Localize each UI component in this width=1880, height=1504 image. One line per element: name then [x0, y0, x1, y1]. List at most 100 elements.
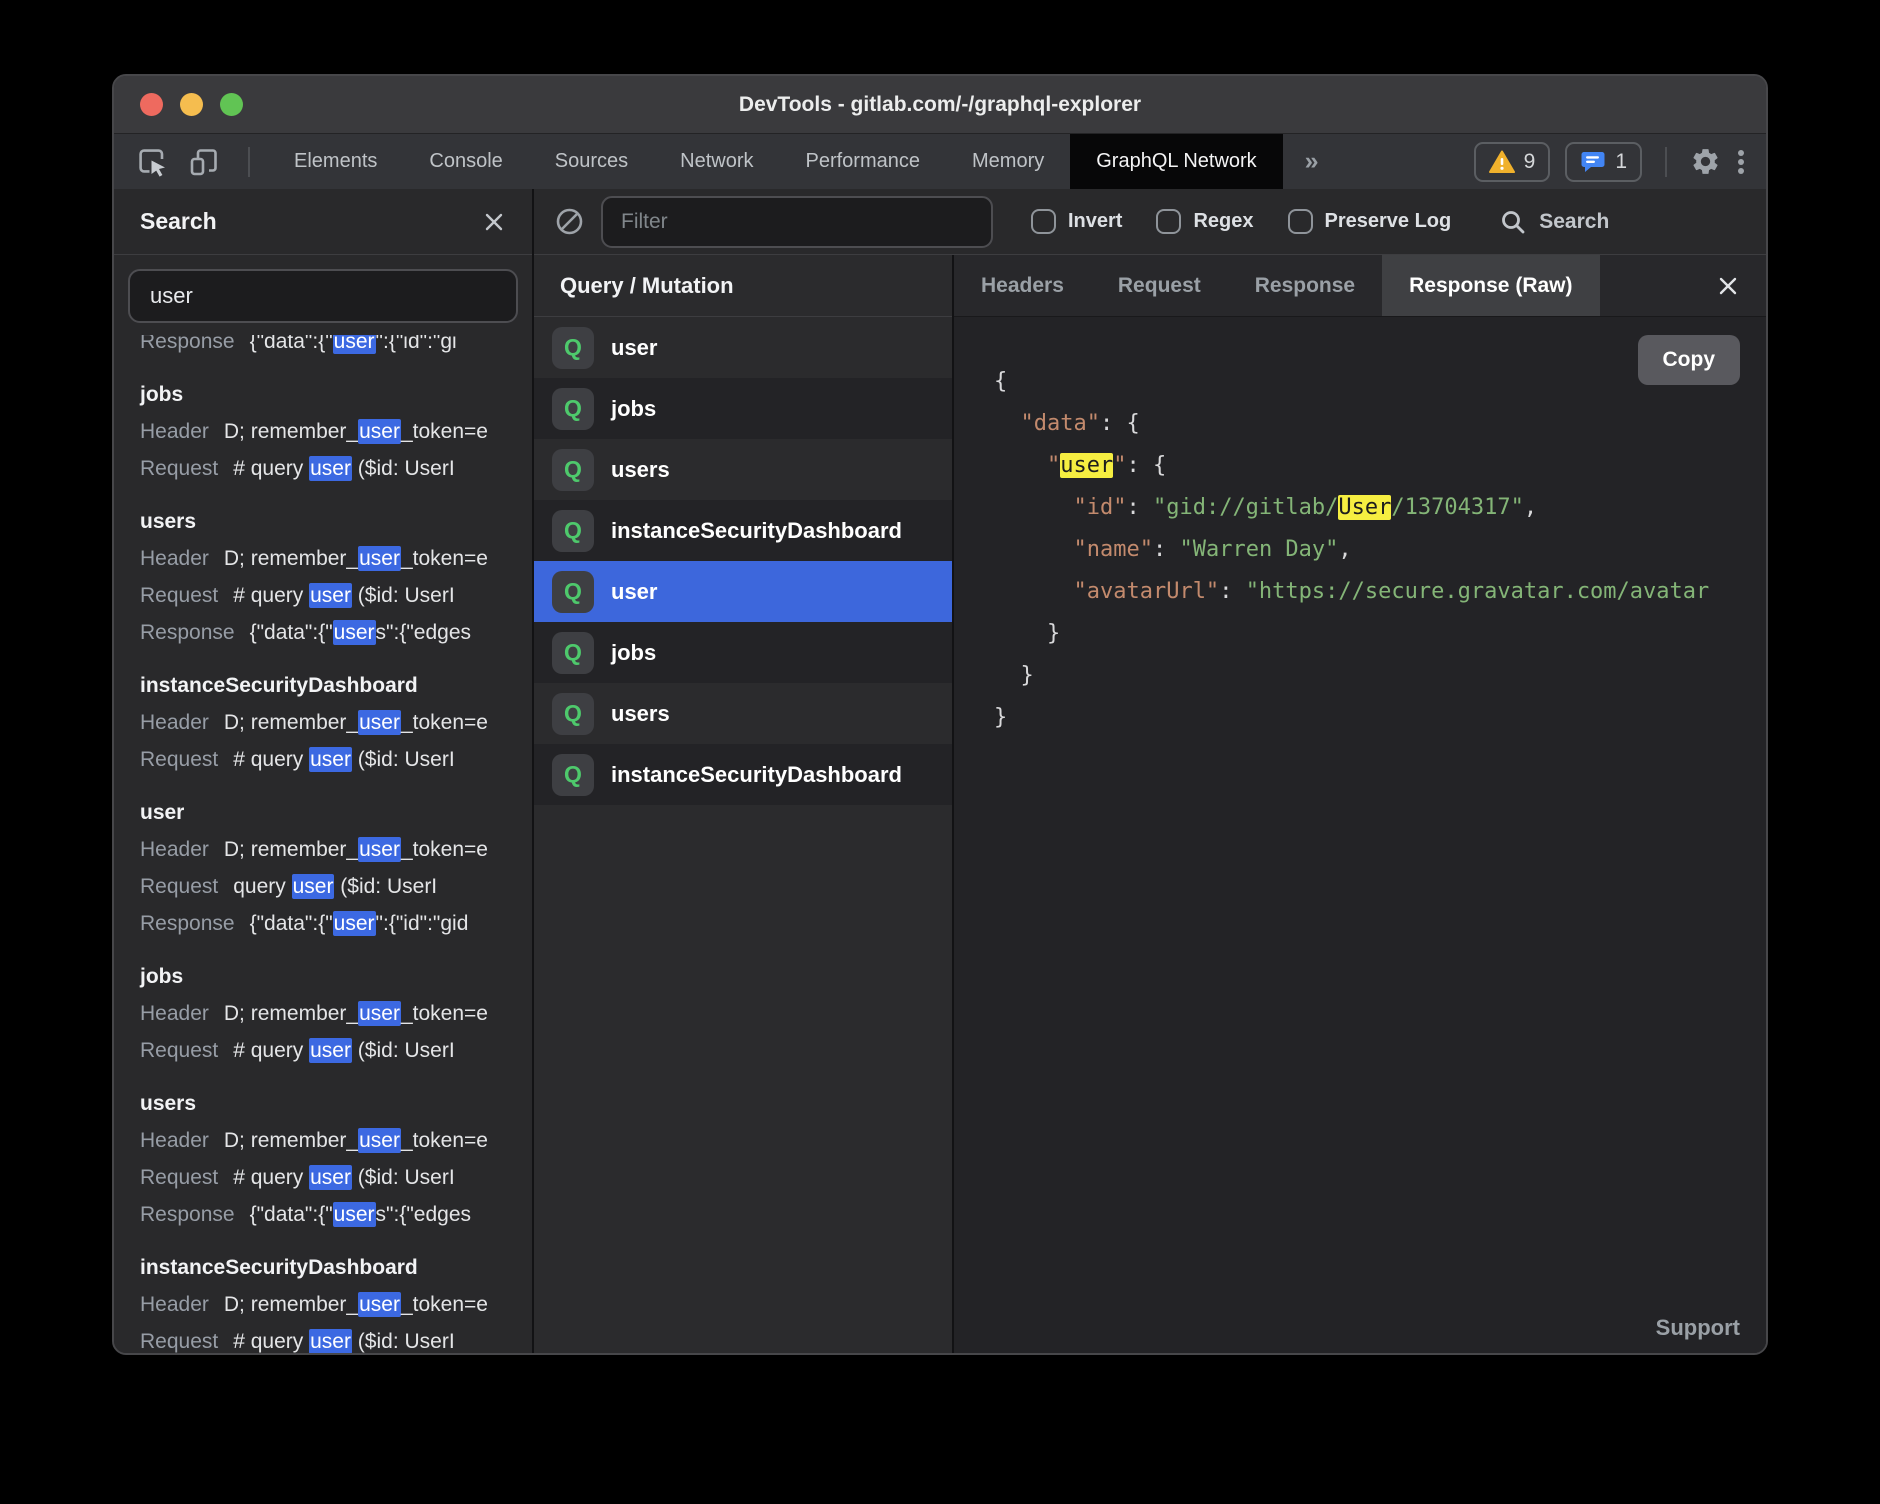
response-tab-request[interactable]: Request — [1091, 255, 1228, 316]
query-mutation-header: Query / Mutation — [534, 255, 952, 317]
search-result-label: Header — [140, 1293, 209, 1316]
search-result-label: Request — [140, 1039, 218, 1062]
tab-sources[interactable]: Sources — [529, 134, 654, 189]
warning-icon — [1489, 150, 1515, 174]
close-window-button[interactable] — [140, 93, 163, 116]
support-link[interactable]: Support — [1656, 1315, 1740, 1341]
search-close-icon[interactable] — [482, 210, 506, 234]
response-json-line: "user": { — [994, 445, 1766, 487]
response-close-icon[interactable] — [1716, 255, 1766, 316]
query-row-user[interactable]: Quser — [534, 561, 952, 622]
response-json: { "data": { "user": { "id": "gid://gitla… — [994, 361, 1766, 739]
search-result-line[interactable]: HeaderD; remember_user_token=e — [140, 831, 532, 868]
tab-memory[interactable]: Memory — [946, 134, 1070, 189]
query-row-instancesecuritydashboard[interactable]: QinstanceSecurityDashboard — [534, 500, 952, 561]
search-result-line[interactable]: HeaderD; remember_user_token=e — [140, 1286, 532, 1323]
checkbox-box-invert[interactable] — [1031, 209, 1056, 234]
filter-checkboxes: Invert Regex Preserve Log — [1031, 209, 1451, 234]
search-result-label: Response — [140, 1203, 235, 1226]
tab-console[interactable]: Console — [403, 134, 528, 189]
search-result-line[interactable]: Request# query user ($id: UserI — [140, 1159, 532, 1196]
tab-network[interactable]: Network — [654, 134, 779, 189]
response-tab-headers[interactable]: Headers — [954, 255, 1091, 316]
query-row-users[interactable]: Qusers — [534, 439, 952, 500]
search-result-line[interactable]: Response{"data":{"user":{"id":"gid — [140, 905, 532, 942]
search-result-label: Response — [140, 912, 235, 935]
query-row-users[interactable]: Qusers — [534, 683, 952, 744]
search-result-group-title: jobs — [140, 958, 532, 995]
search-result-line[interactable]: HeaderD; remember_user_token=e — [140, 1122, 532, 1159]
search-result-line[interactable]: Request# query user ($id: UserI — [140, 741, 532, 778]
clear-log-icon[interactable] — [554, 206, 585, 237]
search-result-line[interactable]: Requestquery user ($id: UserI — [140, 868, 532, 905]
search-result-group-title: user — [140, 794, 532, 831]
tab-elements[interactable]: Elements — [268, 134, 403, 189]
query-mutation-list: QuserQjobsQusersQinstanceSecurityDashboa… — [534, 317, 952, 805]
response-json-line: "id": "gid://gitlab/User/13704317", — [994, 487, 1766, 529]
query-row-label: jobs — [611, 396, 656, 422]
search-result-line[interactable]: HeaderD; remember_user_token=e — [140, 540, 532, 577]
search-input[interactable] — [128, 269, 518, 323]
query-row-label: instanceSecurityDashboard — [611, 762, 902, 788]
query-row-instancesecuritydashboard[interactable]: QinstanceSecurityDashboard — [534, 744, 952, 805]
response-json-line: "data": { — [994, 403, 1766, 445]
search-result-line[interactable]: Response{"data":{"users":{"edges — [140, 1196, 532, 1233]
tabbar-right-controls: 9 1 — [1474, 134, 1766, 189]
filter-input[interactable] — [601, 196, 993, 248]
search-result-label: Response — [140, 621, 235, 644]
devtools-tabs: ElementsConsoleSourcesNetworkPerformance… — [268, 134, 1283, 189]
response-tab-response-raw[interactable]: Response (Raw) — [1382, 255, 1599, 316]
minimize-window-button[interactable] — [180, 93, 203, 116]
search-result-line[interactable]: Response{"data":{"user":{"id":"gi — [140, 335, 532, 360]
inspect-element-icon[interactable] — [136, 146, 168, 178]
more-tabs-chevron[interactable]: » — [1283, 134, 1341, 189]
query-row-label: user — [611, 335, 657, 361]
search-result-line[interactable]: Request# query user ($id: UserI — [140, 1032, 532, 1069]
tabbar-separator — [1665, 147, 1667, 177]
kebab-menu-icon[interactable] — [1736, 146, 1746, 178]
response-json-line: } — [994, 655, 1766, 697]
titlebar: DevTools - gitlab.com/-/graphql-explorer — [114, 76, 1766, 134]
search-result-line[interactable]: Request# query user ($id: UserI — [140, 450, 532, 487]
settings-gear-icon[interactable] — [1690, 146, 1721, 177]
search-result-line[interactable]: HeaderD; remember_user_token=e — [140, 995, 532, 1032]
query-row-jobs[interactable]: Qjobs — [534, 378, 952, 439]
zoom-window-button[interactable] — [220, 93, 243, 116]
network-search-button[interactable]: Search — [1499, 208, 1609, 236]
search-result-label: Header — [140, 547, 209, 570]
search-result-label: Header — [140, 1129, 209, 1152]
search-result-label: Header — [140, 1002, 209, 1025]
device-toolbar-icon[interactable] — [188, 146, 220, 178]
query-type-badge: Q — [552, 693, 594, 735]
search-result-line[interactable]: HeaderD; remember_user_token=e — [140, 704, 532, 741]
query-row-user[interactable]: Quser — [534, 317, 952, 378]
checkbox-box-preserve-log[interactable] — [1288, 209, 1313, 234]
checkbox-box-regex[interactable] — [1156, 209, 1181, 234]
warnings-badge-button[interactable]: 9 — [1474, 142, 1551, 182]
response-tab-response[interactable]: Response — [1228, 255, 1382, 316]
query-row-jobs[interactable]: Qjobs — [534, 622, 952, 683]
checkbox-regex[interactable]: Regex — [1156, 209, 1253, 234]
query-type-badge: Q — [552, 754, 594, 796]
search-result-label: Header — [140, 711, 209, 734]
copy-button[interactable]: Copy — [1638, 335, 1741, 385]
search-result-group-title: users — [140, 1085, 532, 1122]
search-result-line[interactable]: Request# query user ($id: UserI — [140, 577, 532, 614]
messages-badge-button[interactable]: 1 — [1565, 142, 1642, 182]
tab-performance[interactable]: Performance — [780, 134, 947, 189]
checkbox-preserve-log[interactable]: Preserve Log — [1288, 209, 1452, 234]
checkbox-invert[interactable]: Invert — [1031, 209, 1122, 234]
tab-graphql-network[interactable]: GraphQL Network — [1070, 134, 1282, 189]
search-result-line[interactable]: Request# query user ($id: UserI — [140, 1323, 532, 1353]
search-result-line[interactable]: Response{"data":{"users":{"edges — [140, 614, 532, 651]
search-result-group-title: users — [140, 503, 532, 540]
query-type-badge: Q — [552, 571, 594, 613]
search-result-line[interactable]: HeaderD; remember_user_token=e — [140, 413, 532, 450]
search-icon — [1499, 208, 1527, 236]
network-filter-bar: Invert Regex Preserve Log Search — [534, 189, 1766, 255]
devtools-main: Search Response{"data":{"user":{"id":"gi… — [114, 189, 1766, 1353]
response-json-line: } — [994, 613, 1766, 655]
devtools-tool-icons — [114, 134, 268, 189]
search-result-label: Request — [140, 457, 218, 480]
checkbox-label-preserve-log: Preserve Log — [1325, 210, 1452, 233]
